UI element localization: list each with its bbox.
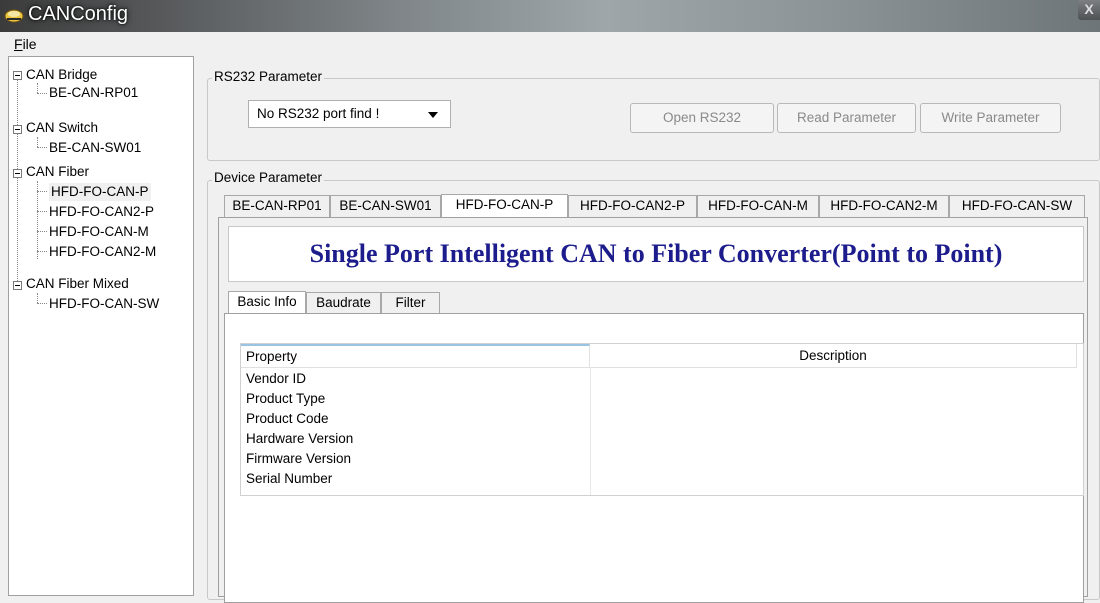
table-row[interactable]: Hardware Version xyxy=(246,429,353,449)
table-row[interactable]: Product Type xyxy=(246,389,325,409)
tree-node-be-can-rp01[interactable]: BE-CAN-RP01 xyxy=(49,84,138,102)
rs232-port-value: No RS232 port find ! xyxy=(257,106,380,121)
close-button[interactable]: X xyxy=(1078,0,1100,20)
menu-file[interactable]: File xyxy=(14,36,37,52)
menu-bar: File xyxy=(0,32,1100,56)
tree-node-can-fiber-mixed[interactable]: CAN Fiber Mixed xyxy=(26,275,129,293)
tab-hfd-fo-can-p[interactable]: HFD-FO-CAN-P xyxy=(441,194,568,218)
open-rs232-button[interactable]: Open RS232 xyxy=(630,103,774,133)
tree-node-be-can-sw01[interactable]: BE-CAN-SW01 xyxy=(49,139,141,157)
chevron-down-icon[interactable] xyxy=(428,112,438,118)
tree-node-hfd-fo-can2-m[interactable]: HFD-FO-CAN2-M xyxy=(49,243,156,261)
tree-line xyxy=(37,303,47,304)
tab-baudrate[interactable]: Baudrate xyxy=(306,292,381,313)
write-parameter-button[interactable]: Write Parameter xyxy=(920,103,1061,133)
tree-node-hfd-fo-can2-p[interactable]: HFD-FO-CAN2-P xyxy=(49,203,154,221)
tree-line xyxy=(37,147,47,148)
tree-node-can-bridge[interactable]: CAN Bridge xyxy=(26,66,97,84)
tree-line xyxy=(37,231,47,232)
column-header-description[interactable]: Description xyxy=(590,344,1077,368)
tree-line xyxy=(37,293,38,303)
tree-line xyxy=(37,83,38,93)
collapse-icon[interactable] xyxy=(13,71,22,80)
table-row[interactable]: Vendor ID xyxy=(246,369,306,389)
tree-line xyxy=(37,211,47,212)
tree-node-can-fiber[interactable]: CAN Fiber xyxy=(26,163,89,181)
device-banner: Single Port Intelligent CAN to Fiber Con… xyxy=(228,226,1084,282)
read-parameter-button[interactable]: Read Parameter xyxy=(777,103,916,133)
tab-be-can-sw01[interactable]: BE-CAN-SW01 xyxy=(330,195,441,217)
column-header-property[interactable]: Property xyxy=(241,344,590,368)
tree-root-line xyxy=(17,74,18,285)
tree-line xyxy=(37,191,47,192)
tree-node-hfd-fo-can-sw[interactable]: HFD-FO-CAN-SW xyxy=(49,295,159,313)
collapse-icon[interactable] xyxy=(13,125,22,134)
tree-node-hfd-fo-can-m[interactable]: HFD-FO-CAN-M xyxy=(49,223,149,241)
tab-filter[interactable]: Filter xyxy=(381,292,440,313)
menu-file-mnemonic: F xyxy=(14,36,23,52)
column-divider xyxy=(590,368,591,495)
device-group-label: Device Parameter xyxy=(212,170,325,185)
collapse-icon[interactable] xyxy=(13,169,22,178)
table-row[interactable]: Product Code xyxy=(246,409,329,429)
device-tree[interactable]: CAN Bridge BE-CAN-RP01 CAN Switch BE-CAN… xyxy=(8,56,194,596)
title-bar: CANConfig X xyxy=(0,0,1100,32)
rs232-port-select[interactable]: No RS232 port find ! xyxy=(248,100,451,128)
tree-line xyxy=(37,251,47,252)
tab-be-can-rp01[interactable]: BE-CAN-RP01 xyxy=(224,195,330,217)
tree-line xyxy=(37,93,47,94)
tree-node-hfd-fo-can-p[interactable]: HFD-FO-CAN-P xyxy=(49,183,151,201)
tree-line xyxy=(37,181,38,259)
rs232-group-label: RS232 Parameter xyxy=(212,69,325,84)
tab-hfd-fo-can2-p[interactable]: HFD-FO-CAN2-P xyxy=(568,195,697,217)
tab-hfd-fo-can2-m[interactable]: HFD-FO-CAN2-M xyxy=(819,195,949,217)
menu-file-rest: ile xyxy=(22,36,37,52)
app-icon xyxy=(4,9,24,23)
collapse-icon[interactable] xyxy=(13,281,22,290)
device-banner-title: Single Port Intelligent CAN to Fiber Con… xyxy=(309,239,1003,268)
tree-line xyxy=(37,137,38,147)
tree-node-can-switch[interactable]: CAN Switch xyxy=(26,119,98,137)
window-title: CANConfig xyxy=(28,3,129,25)
tab-hfd-fo-can-sw[interactable]: HFD-FO-CAN-SW xyxy=(949,195,1085,217)
table-row[interactable]: Firmware Version xyxy=(246,449,351,469)
tab-hfd-fo-can-m[interactable]: HFD-FO-CAN-M xyxy=(697,195,819,217)
property-table[interactable]: Property Description Vendor ID Product T… xyxy=(240,343,1084,496)
table-row[interactable]: Serial Number xyxy=(246,469,332,489)
tab-basic-info[interactable]: Basic Info xyxy=(228,291,306,314)
